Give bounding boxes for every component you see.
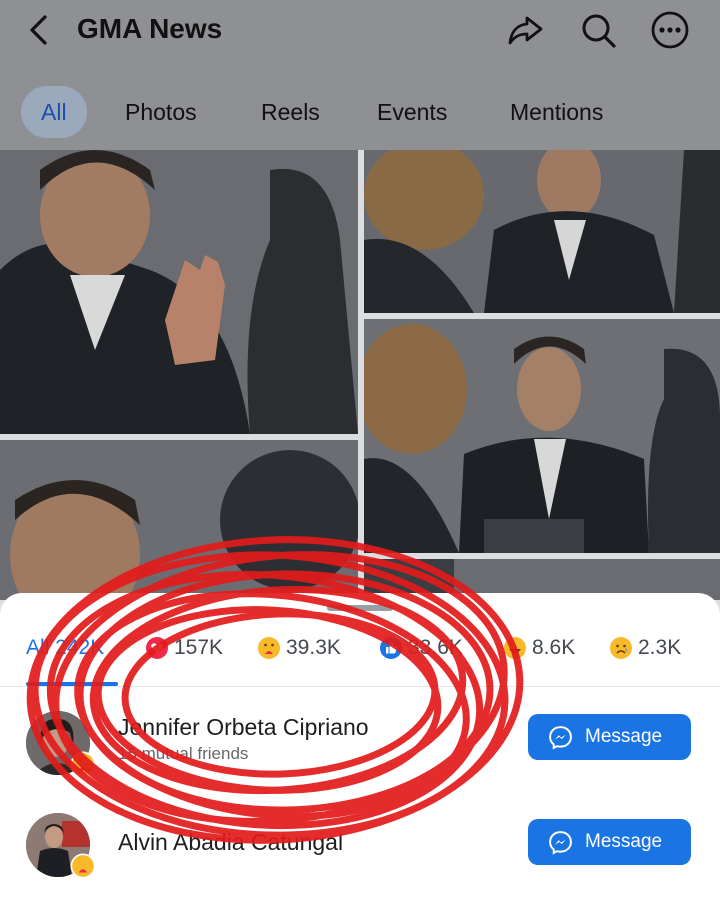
message-button[interactable]: Message — [528, 819, 691, 865]
tab-events[interactable]: Events — [377, 86, 447, 138]
reaction-tab-haha[interactable]: 8.6K — [503, 635, 575, 661]
message-button-label: Message — [585, 726, 663, 747]
like-icon — [380, 637, 402, 660]
back-icon[interactable] — [26, 14, 52, 46]
tab-reels[interactable]: Reels — [261, 86, 320, 138]
reaction-tab-sad[interactable]: 2.3K — [609, 635, 681, 661]
message-button-label: Message — [585, 831, 663, 852]
reaction-tab-all[interactable]: All 242K — [26, 635, 104, 661]
drag-handle[interactable] — [327, 605, 393, 611]
reaction-tab-care[interactable]: 39.3K — [257, 635, 341, 661]
sad-count: 2.3K — [638, 636, 682, 659]
tab-mentions[interactable]: Mentions — [510, 86, 603, 138]
care-icon — [258, 637, 280, 660]
care-icon — [70, 853, 96, 879]
message-button[interactable]: Message — [528, 714, 691, 760]
divider — [0, 686, 720, 687]
haha-count: 8.6K — [532, 636, 576, 659]
reactions-sheet: All 242K 157K 39.3K 33.6K 8.6K 2.3K Jenn… — [0, 593, 720, 897]
photo-2[interactable] — [364, 150, 720, 313]
photo-3[interactable] — [364, 319, 720, 553]
like-count: 33.6K — [408, 636, 463, 659]
tab-bar: All Photos Reels Events Mentions — [0, 60, 720, 150]
tab-photos[interactable]: Photos — [125, 86, 197, 138]
search-icon[interactable] — [578, 10, 618, 50]
messenger-icon — [549, 726, 572, 750]
more-icon[interactable] — [650, 10, 690, 50]
haha-icon — [504, 637, 526, 660]
love-count: 157K — [174, 636, 224, 659]
photo-4[interactable] — [0, 440, 358, 600]
care-count: 39.3K — [286, 636, 341, 659]
page-title: GMA News — [77, 13, 223, 44]
care-icon — [70, 751, 96, 777]
reaction-tab-love[interactable]: 157K — [145, 635, 223, 661]
person-name[interactable]: Alvin Abadia Catungal — [118, 829, 343, 856]
messenger-icon — [549, 831, 572, 855]
share-icon[interactable] — [505, 10, 545, 50]
love-icon — [146, 637, 168, 660]
photo-1[interactable] — [0, 150, 358, 434]
tab-all[interactable]: All — [21, 86, 87, 138]
mutual-friends: 15 mutual friends — [118, 744, 249, 763]
top-bar: GMA News — [0, 0, 720, 60]
sad-icon — [610, 637, 632, 660]
person-name[interactable]: Jennifer Orbeta Cipriano — [118, 714, 369, 741]
reaction-tab-like[interactable]: 33.6K — [379, 635, 463, 661]
